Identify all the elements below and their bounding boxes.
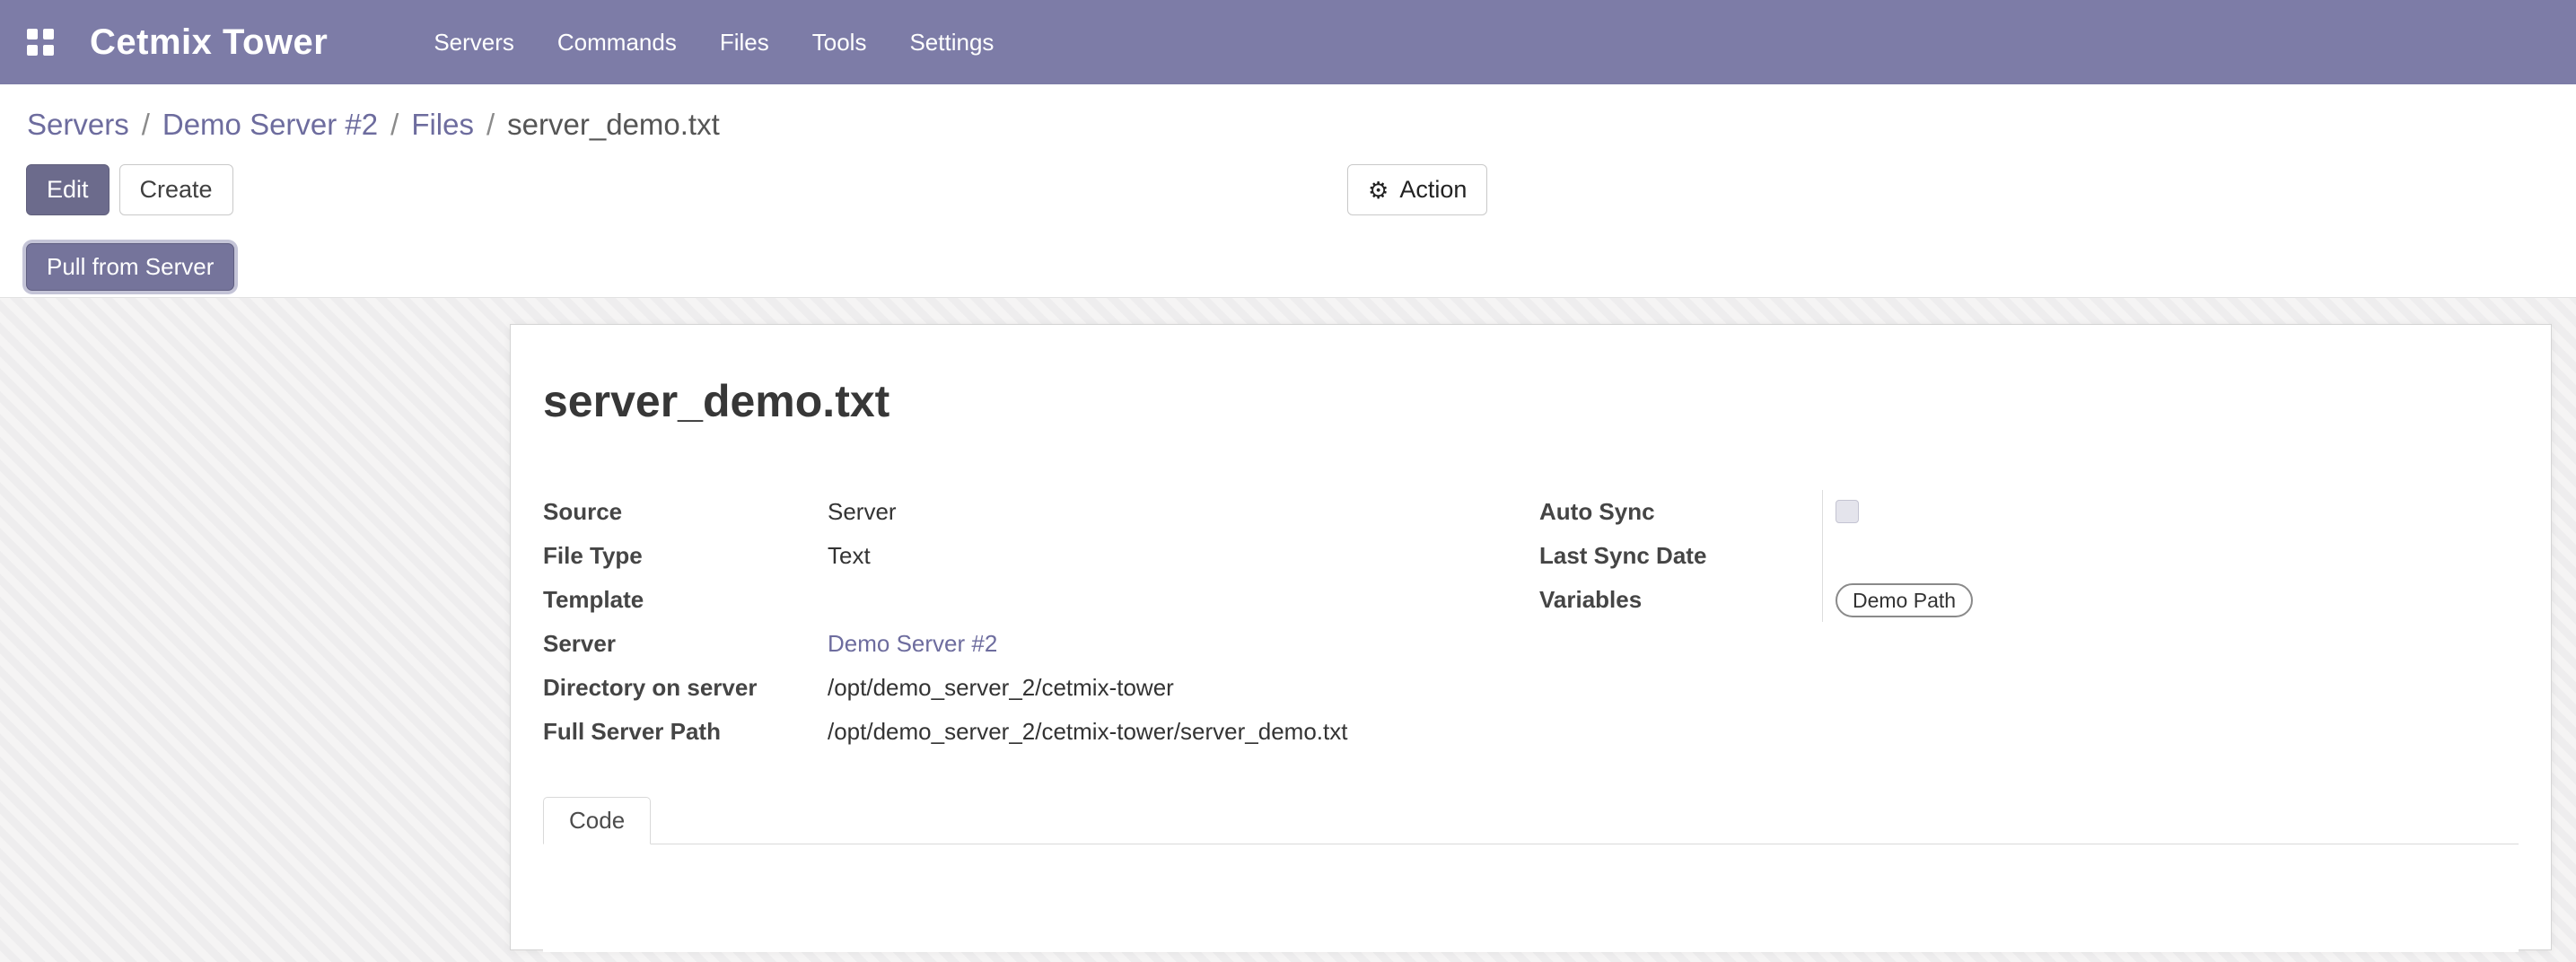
auto-sync-checkbox[interactable] [1836, 500, 1859, 523]
pull-row: Pull from Server [0, 243, 2576, 291]
field-row-source: Source Server [543, 490, 1539, 534]
field-value-source: Server [828, 490, 897, 534]
breadcrumb-servers[interactable]: Servers [27, 108, 129, 142]
gear-icon: ⚙ [1368, 179, 1389, 202]
menu-item-tools[interactable]: Tools [812, 29, 867, 57]
menu-item-servers[interactable]: Servers [434, 29, 514, 57]
app-brand[interactable]: Cetmix Tower [90, 22, 328, 63]
field-row-full-server-path: Full Server Path /opt/demo_server_2/cetm… [543, 710, 1539, 754]
field-label-file-type: File Type [543, 534, 828, 578]
field-value-server-link[interactable]: Demo Server #2 [828, 622, 997, 666]
notebook-tabs: Code [543, 797, 2519, 844]
fields: Source Server File Type Text Template Se… [543, 490, 2519, 754]
breadcrumb-files[interactable]: Files [411, 108, 474, 142]
field-label-auto-sync: Auto Sync [1539, 490, 1822, 534]
tab-content [543, 844, 2519, 952]
breadcrumb-separator: / [390, 108, 399, 142]
record-title: server_demo.txt [543, 375, 2519, 427]
field-row-file-type: File Type Text [543, 534, 1539, 578]
field-value-full-server-path: /opt/demo_server_2/cetmix-tower/server_d… [828, 710, 1347, 754]
tab-code-label: Code [569, 807, 625, 834]
action-dropdown-button[interactable]: ⚙ Action [1347, 164, 1487, 215]
action-label: Action [1399, 176, 1467, 204]
field-row-auto-sync: Auto Sync [1539, 490, 2519, 534]
field-label-variables: Variables [1539, 578, 1822, 622]
breadcrumb-current: server_demo.txt [507, 108, 720, 142]
field-row-variables: Variables Demo Path [1539, 578, 2519, 622]
menu-item-files[interactable]: Files [720, 29, 769, 57]
create-button[interactable]: Create [119, 164, 233, 215]
breadcrumb-separator: / [486, 108, 495, 142]
field-label-template: Template [543, 578, 828, 622]
field-row-last-sync-date: Last Sync Date [1539, 534, 2519, 578]
menu-item-commands[interactable]: Commands [557, 29, 677, 57]
screen: Cetmix Tower Servers Commands Files Tool… [0, 0, 2576, 962]
breadcrumb-demo-server-2[interactable]: Demo Server #2 [162, 108, 378, 142]
tab-code[interactable]: Code [543, 797, 651, 844]
field-value-file-type: Text [828, 534, 871, 578]
field-label-directory: Directory on server [543, 666, 828, 710]
field-value-auto-sync [1822, 490, 2519, 534]
field-label-full-server-path: Full Server Path [543, 710, 828, 754]
apps-grid-square [43, 29, 54, 39]
edit-button[interactable]: Edit [26, 164, 110, 215]
field-value-directory: /opt/demo_server_2/cetmix-tower [828, 666, 1174, 710]
field-label-server: Server [543, 622, 828, 666]
apps-grid-square [27, 45, 38, 56]
apps-grid-icon[interactable] [27, 29, 54, 56]
field-value-variables: Demo Path [1822, 578, 2519, 622]
control-row: Edit Create ⚙ Action [0, 164, 2576, 215]
field-label-last-sync-date: Last Sync Date [1539, 534, 1822, 578]
main-menu: Servers Commands Files Tools Settings [434, 29, 994, 57]
fields-right-column: Auto Sync Last Sync Date Variables Demo … [1539, 490, 2519, 754]
field-row-directory: Directory on server /opt/demo_server_2/c… [543, 666, 1539, 710]
field-row-template: Template [543, 578, 1539, 622]
variable-tag-demo-path[interactable]: Demo Path [1836, 583, 1973, 617]
fields-left-column: Source Server File Type Text Template Se… [543, 490, 1539, 754]
form-background: server_demo.txt Source Server File Type … [0, 297, 2576, 962]
apps-grid-square [43, 45, 54, 56]
field-value-last-sync-date [1822, 534, 2519, 578]
menu-item-settings[interactable]: Settings [909, 29, 994, 57]
pull-from-server-button[interactable]: Pull from Server [26, 243, 234, 291]
field-label-source: Source [543, 490, 828, 534]
field-row-server: Server Demo Server #2 [543, 622, 1539, 666]
apps-grid-square [27, 29, 38, 39]
breadcrumb-separator: / [142, 108, 150, 142]
top-navbar: Cetmix Tower Servers Commands Files Tool… [0, 0, 2576, 84]
form-sheet: server_demo.txt Source Server File Type … [510, 324, 2552, 950]
breadcrumb: Servers / Demo Server #2 / Files / serve… [0, 84, 2576, 164]
